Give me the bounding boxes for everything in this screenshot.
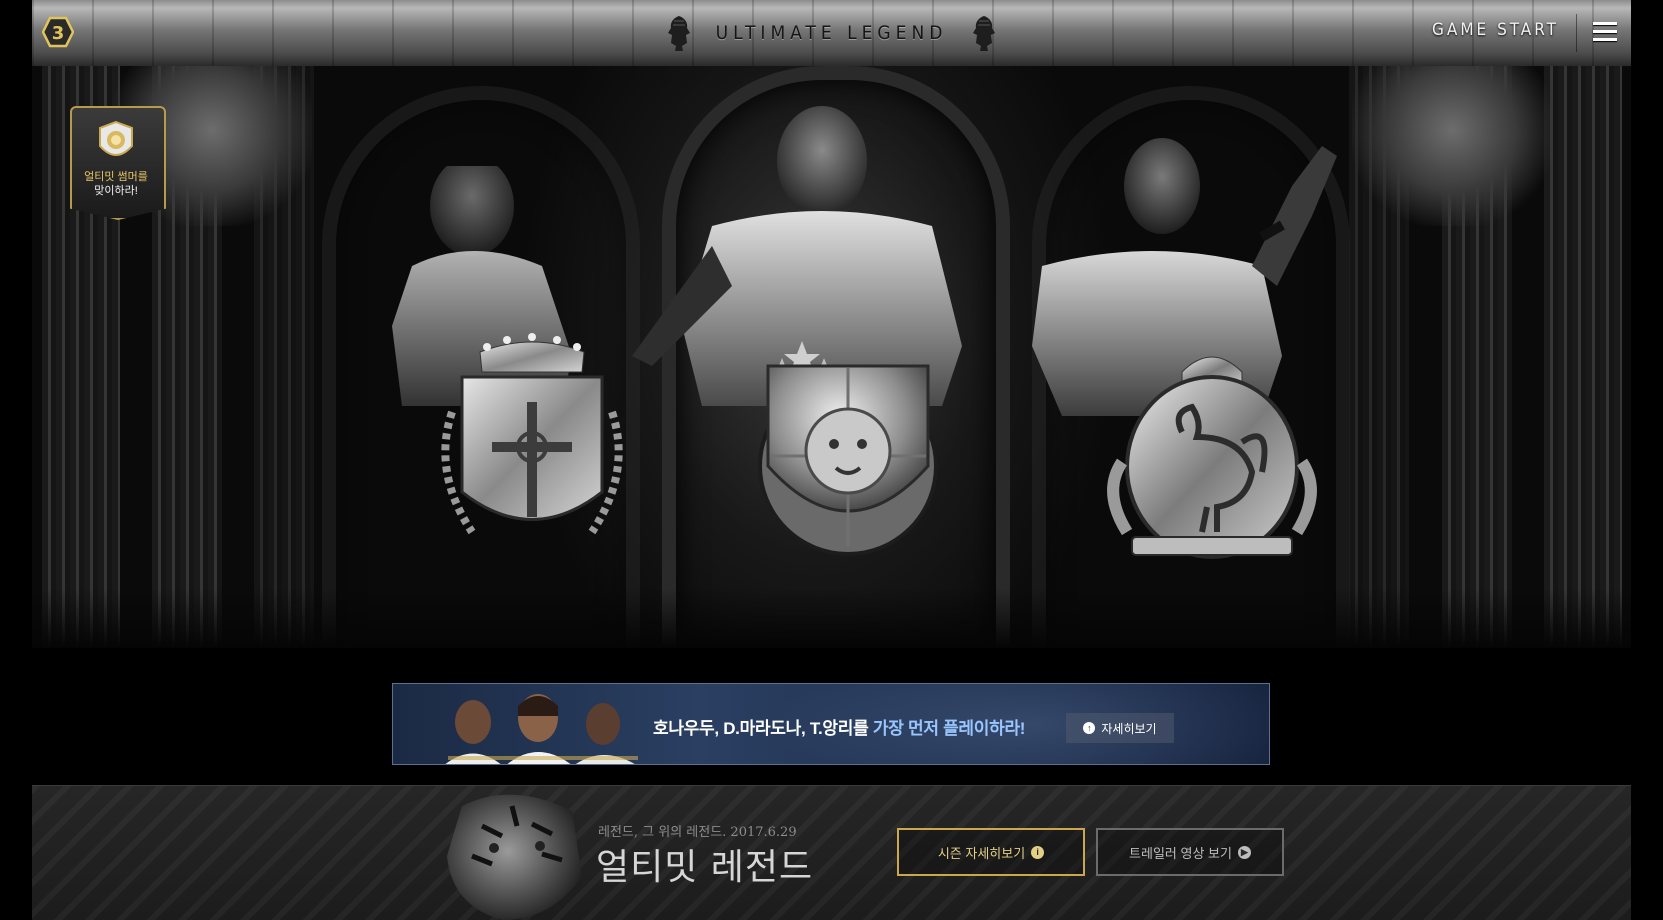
lion-emblem-icon: [667, 16, 690, 51]
trailer-video-button[interactable]: 트레일러 영상 보기 ▶: [1096, 828, 1284, 876]
banner-details-button[interactable]: ↑ 자세히보기: [1066, 713, 1174, 743]
page-title: ULTIMATE LEGEND: [715, 22, 948, 44]
arrow-up-circle-icon: ↑: [1083, 722, 1096, 734]
season-info-bar: 레전드, 그 위의 레전드. 2017.6.29 얼티밋 레전드 시즌 자세히보…: [32, 785, 1631, 920]
brazil-lion-crest: [758, 364, 938, 556]
banner-details-label: 자세히보기: [1101, 721, 1157, 736]
page-frame: 3 ULTIMATE LEGEND GAME START 얼티밋 썸머를 맞이하…: [32, 0, 1631, 920]
top-navigation-bar: 3 ULTIMATE LEGEND GAME START: [32, 0, 1631, 68]
menu-divider: [1576, 14, 1577, 52]
argentina-crest: [441, 333, 623, 535]
sticker-line2: 맞이하라!: [94, 185, 138, 197]
promo-banner[interactable]: 호나우두, D.마라도나, T.앙리를 가장 먼저 플레이하라! ↑ 자세히보기: [392, 683, 1270, 765]
banner-text-main: 호나우두, D.마라도나, T.앙리를: [653, 719, 873, 738]
banner-text-highlight: 가장 먼저 플레이하라!: [872, 719, 1026, 738]
season-details-button[interactable]: 시즌 자세히보기 i: [897, 828, 1085, 876]
banner-headline: 호나우두, D.마라도나, T.앙리를 가장 먼저 플레이하라!: [653, 714, 1025, 739]
info-circle-icon: i: [1031, 845, 1045, 859]
stone-column: [1544, 66, 1622, 648]
hero-section: 얼티밋 썸머를 맞이하라!: [32, 66, 1631, 648]
sticker-line1: 얼티밋 썸머를: [84, 171, 148, 183]
lion-emblem-icon: [973, 16, 996, 51]
season-title: 얼티밋 레전드: [596, 847, 814, 888]
banner-player-portraits: [445, 694, 638, 764]
play-circle-icon: ▶: [1237, 845, 1251, 859]
ultimate-summer-sticker[interactable]: 얼티밋 썸머를 맞이하라!: [70, 106, 166, 220]
season-details-label: 시즌 자세히보기: [937, 845, 1026, 861]
trailer-video-label: 트레일러 영상 보기: [1129, 845, 1232, 861]
hamburger-menu-icon[interactable]: [1593, 22, 1617, 42]
sticker-text: 얼티밋 썸머를 맞이하라!: [70, 170, 162, 198]
game-start-button[interactable]: GAME START: [1432, 20, 1559, 40]
medal-icon: [99, 120, 133, 156]
france-rooster-crest: [1107, 356, 1317, 559]
tiger-image: [447, 794, 582, 920]
brand: ULTIMATE LEGEND: [32, 0, 1631, 66]
